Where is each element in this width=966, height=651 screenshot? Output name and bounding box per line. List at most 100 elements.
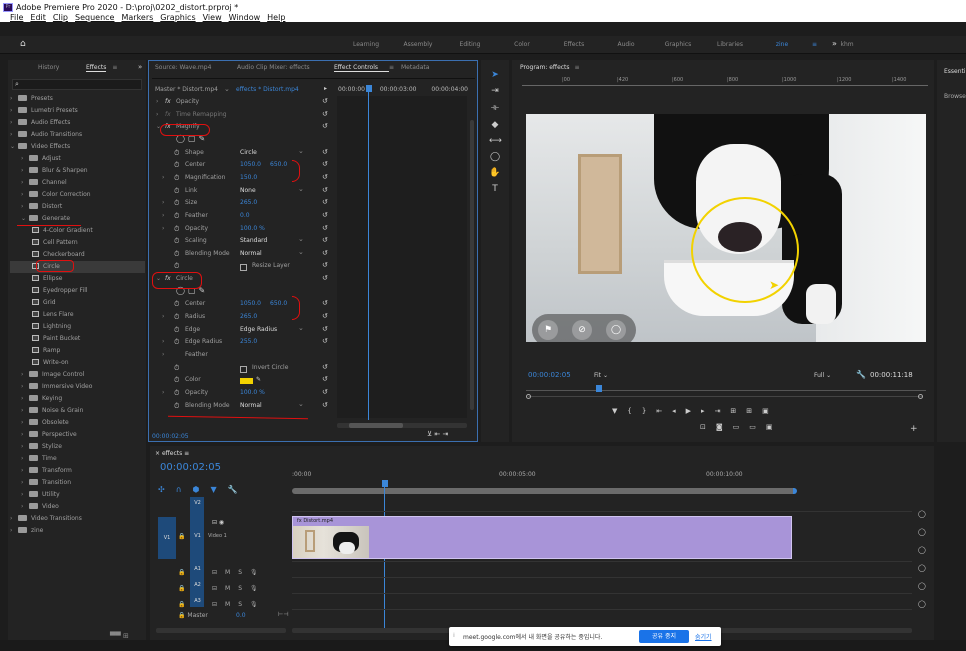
comment-off-icon[interactable]: ⚑ [538,320,558,340]
chevron-icon[interactable]: › [21,165,29,177]
timeline-scroll-knobs[interactable]: ◯ ◯ ◯ ◯ ◯ ◯ [918,505,926,613]
ec-playhead-handle[interactable] [366,85,372,92]
workspace-tab-graphics[interactable]: Graphics [652,41,704,48]
chevron-icon[interactable]: › [162,225,164,232]
list-item[interactable]: › Presets [10,93,145,105]
chevron-icon[interactable]: › [10,129,18,141]
reset-icon[interactable]: ↺ [322,173,328,181]
add-button[interactable]: + [910,424,918,434]
chevron-icon[interactable]: ⌄ [21,213,29,225]
stop-sharing-button[interactable]: 공유 중지 [639,630,689,643]
tab-effects[interactable]: Effects [86,64,107,72]
fx-badge-icon[interactable]: fx [165,111,171,118]
ec-current-time[interactable]: 00:00:02:05 [152,433,189,440]
chevron-icon[interactable]: › [21,501,29,513]
source-v1-patch[interactable]: V1 [158,517,176,559]
stopwatch-icon[interactable]: ⏱ [174,212,179,221]
stopwatch-icon[interactable]: ⏱ [174,364,179,373]
ec-horizontal-scrollbar[interactable] [337,423,467,428]
stopwatch-icon[interactable]: ⏱ [174,313,179,322]
ec-dropdown[interactable]: Standard [240,237,306,244]
list-item[interactable]: Paint Bucket [10,333,145,345]
reset-icon[interactable]: ↺ [322,224,328,232]
timeline-timecode[interactable]: 00:00:02:05 [160,462,221,473]
stopwatch-icon[interactable]: ⏱ [174,326,179,335]
reset-icon[interactable]: ↺ [322,299,328,307]
menu-window[interactable]: Window [229,13,261,22]
menu-graphics[interactable]: Graphics [160,13,195,22]
ec-value-magnification[interactable]: 150.0 [240,174,257,181]
reset-icon[interactable]: ↺ [322,198,328,206]
play-clip-icon[interactable]: ▸ [324,85,327,92]
track-v1-toggle[interactable]: V1 [191,530,204,542]
program-scrubber[interactable] [526,390,926,391]
reset-icon[interactable]: ↺ [322,160,328,168]
stopwatch-icon[interactable]: ⏱ [174,187,179,196]
clip-chevron-icon[interactable]: ⌄ [224,85,230,93]
more-workspaces-button[interactable]: » [832,39,837,48]
list-item[interactable]: › Noise & Grain [10,405,145,417]
list-item[interactable]: › Image Control [10,369,145,381]
reset-icon[interactable]: ↺ [322,211,328,219]
list-item[interactable]: 4-Color Gradient [10,225,145,237]
chevron-icon[interactable]: › [162,351,164,358]
mute-icon[interactable]: ⊘ [572,320,592,340]
lock-icon[interactable]: 🔒 [178,533,185,540]
menu-markers[interactable]: Markers [121,13,153,22]
list-item[interactable]: › Blur & Sharpen [10,165,145,177]
menu-view[interactable]: View [203,13,222,22]
list-item[interactable]: ⌄ Video Effects [10,141,145,153]
checkbox[interactable] [240,264,247,272]
ripple-edit-tool-icon[interactable]: ⟛ [489,103,501,113]
workspace-tab-learning[interactable]: Learning [340,41,392,48]
new-bin-icon[interactable]: ▀▀ ⊞ [110,632,129,640]
stopwatch-icon[interactable]: ⏱ [174,250,179,259]
track-v2-toggle[interactable]: V2 [191,497,204,509]
list-item[interactable]: Ellipse [10,273,145,285]
record-icon[interactable]: ◯ [606,320,626,340]
chevron-icon[interactable]: › [162,199,164,206]
ec-panel-menu-icon[interactable]: ≡ [389,64,401,72]
workspace-tab-khm[interactable]: khm [821,41,873,48]
chevron-icon[interactable]: › [21,489,29,501]
sequence-clip-label[interactable]: effects * Distort.mp4 [236,86,299,93]
video-track-icons[interactable]: ⊟ ◉ [212,519,224,526]
ec-value-feather[interactable]: 0.0 [240,212,250,219]
ec-value-y[interactable]: 650.0 [270,161,287,168]
list-item[interactable]: › Adjust [10,153,145,165]
chevron-icon[interactable]: › [10,525,18,537]
stopwatch-icon[interactable]: ⏱ [174,149,179,158]
reset-icon[interactable]: ↺ [322,325,328,333]
stopwatch-icon[interactable]: ⏱ [174,262,179,271]
workspace-tab-assembly[interactable]: Assembly [392,41,444,48]
chevron-icon[interactable]: › [21,189,29,201]
wrench-icon[interactable]: 🔧 [856,370,866,379]
reset-icon[interactable]: ↺ [322,261,328,269]
reset-icon[interactable]: ↺ [322,312,328,320]
list-item[interactable]: › Time [10,453,145,465]
color-swatch[interactable] [240,378,253,385]
chevron-icon[interactable]: › [162,313,164,320]
list-item[interactable]: Write-on [10,357,145,369]
ec-dropdown[interactable]: None [240,187,306,194]
menu-clip[interactable]: Clip [53,13,68,22]
ec-value-radius[interactable]: 265.0 [240,313,257,320]
timeline-tools[interactable]: ✣∩⬢▼🔧 [158,485,249,494]
panel-menu-icon[interactable]: ≡ [112,64,117,72]
chevron-icon[interactable]: › [21,393,29,405]
effects-search-input[interactable]: ⌕ [12,79,142,90]
chevron-icon[interactable]: › [21,417,29,429]
track-a1-toggle[interactable]: A1 [191,563,204,575]
workspace-tab-editing[interactable]: Editing [444,41,496,48]
ec-value-center[interactable]: 1050.0 [240,300,261,307]
work-area-bar[interactable] [292,488,797,494]
ec-value-center[interactable]: 1050.0 [240,161,261,168]
list-item[interactable]: › Channel [10,177,145,189]
workspace-tab-color[interactable]: Color [496,41,548,48]
workspace-tab-zine[interactable]: zine [756,41,808,48]
list-item[interactable]: › Obsolete [10,417,145,429]
chevron-icon[interactable]: › [162,389,164,396]
chevron-icon[interactable]: › [10,117,18,129]
list-item[interactable]: Ramp [10,345,145,357]
chevron-icon[interactable]: › [21,429,29,441]
